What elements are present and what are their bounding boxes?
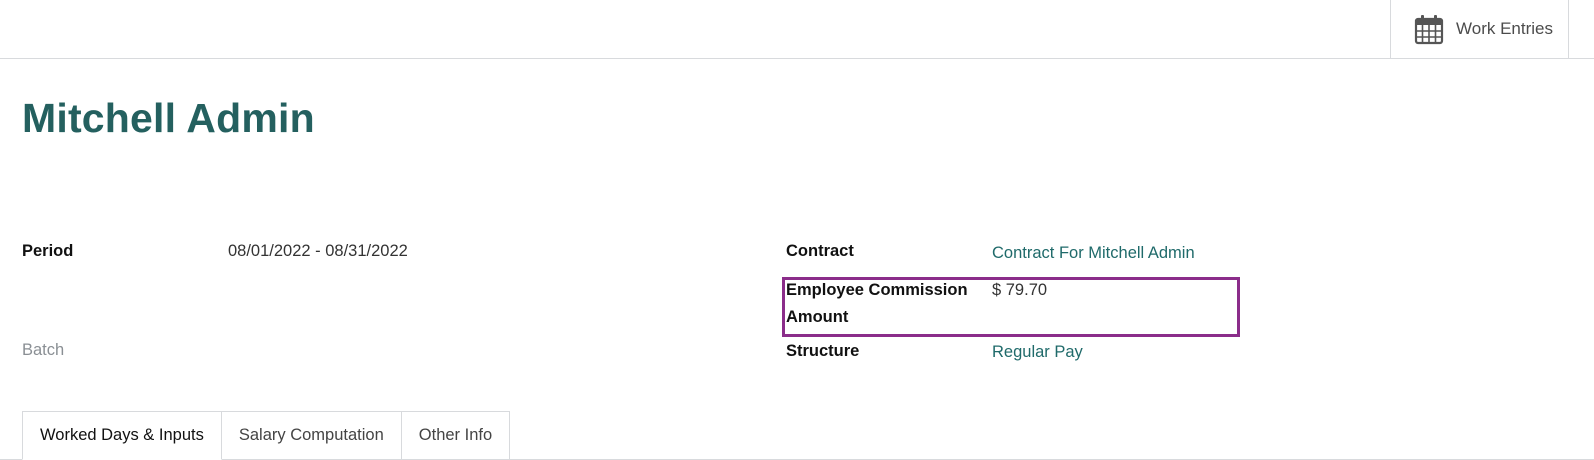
period-value[interactable]: 08/01/2022 - 08/31/2022 [228,238,408,265]
tab-worked-days-inputs[interactable]: Worked Days & Inputs [22,411,222,460]
calendar-icon [1414,13,1444,45]
batch-label: Batch [22,341,65,359]
tab-other-info[interactable]: Other Info [401,411,511,460]
work-entries-label: Work Entries [1456,19,1553,38]
record-title: Mitchell Admin [22,95,315,141]
commission-value: $ 79.70 [992,281,1048,299]
contract-link[interactable]: Contract For Mitchell Admin [992,240,1195,267]
commission-label-line2: Amount [786,308,849,326]
commission-label-line1: Employee Commission [786,281,968,299]
control-panel: Work Entries [0,0,1594,59]
structure-label: Structure [786,342,860,360]
tab-salary-computation[interactable]: Salary Computation [221,411,402,460]
period-label: Period [22,242,74,260]
work-entries-button[interactable]: Work Entries [1390,0,1569,58]
contract-label: Contract [786,242,854,260]
structure-link[interactable]: Regular Pay [992,339,1083,366]
notebook-tabs: Worked Days & Inputs Salary Computation … [22,411,511,460]
